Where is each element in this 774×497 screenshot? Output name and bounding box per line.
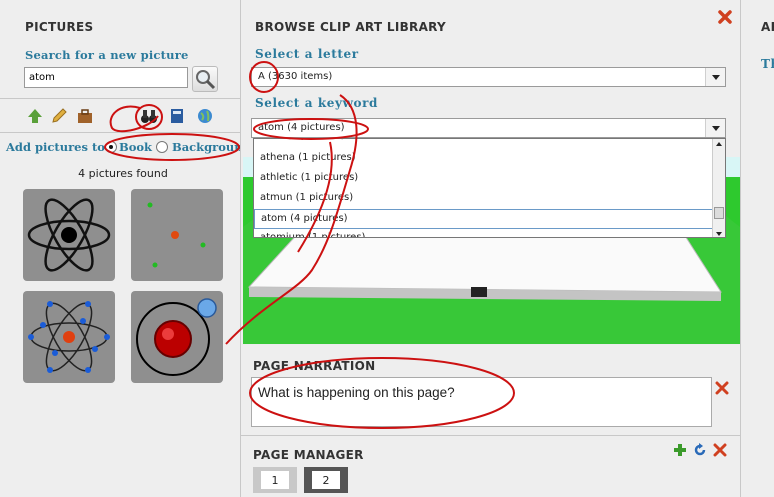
dropdown-item[interactable]: atlas (1 pictures) <box>254 139 713 147</box>
add-to-label: Add pictures to: <box>6 140 110 154</box>
right-panel: AR Th <box>741 0 774 497</box>
found-count: 4 pictures found <box>78 167 168 180</box>
keyword-select-value: atom (4 pictures) <box>258 122 345 133</box>
select-keyword-label: Select a keyword <box>255 96 379 110</box>
close-icon[interactable] <box>713 442 727 457</box>
radio-book-dot[interactable] <box>105 141 117 153</box>
select-letter-label: Select a letter <box>255 47 359 61</box>
library-title: BROWSE CLIP ART LIBRARY <box>255 20 447 34</box>
briefcase-icon[interactable] <box>76 107 94 125</box>
chevron-down-icon[interactable] <box>705 119 725 137</box>
letter-select-value: A (3630 items) <box>258 71 333 82</box>
narration-title: PAGE NARRATION <box>253 359 376 373</box>
radio-background-dot[interactable] <box>156 141 168 153</box>
search-label: Search for a new picture <box>25 48 189 62</box>
keyword-dropdown-list[interactable]: atlas (1 pictures) athena (1 pictures) a… <box>253 138 726 238</box>
keyword-select[interactable]: atom (4 pictures) <box>251 118 726 138</box>
arrow-up-icon[interactable] <box>26 107 44 125</box>
page-number: 1 <box>261 471 289 489</box>
dropdown-item-selected[interactable]: atom (4 pictures) <box>254 209 713 229</box>
atom-thumbnail-2[interactable] <box>131 189 223 281</box>
dropdown-item[interactable]: atmun (1 pictures) <box>254 189 713 209</box>
search-input[interactable] <box>24 67 188 88</box>
page-manager-panel: PAGE MANAGER 1 2 <box>241 436 740 497</box>
globe-icon[interactable] <box>196 107 214 125</box>
atom-thumbnail-3[interactable] <box>23 291 115 383</box>
letter-select[interactable]: A (3630 items) <box>251 67 726 87</box>
scroll-thumb[interactable] <box>714 207 724 219</box>
dropdown-item[interactable]: athletic (1 pictures) <box>254 169 713 189</box>
right-panel-title: AR <box>761 20 774 34</box>
radio-book-label: Book <box>119 140 153 154</box>
page-button-1[interactable]: 1 <box>253 467 297 493</box>
atom-thumbnail-1[interactable] <box>23 189 115 281</box>
page-manager-title: PAGE MANAGER <box>253 448 364 462</box>
binoculars-icon[interactable] <box>140 107 158 125</box>
pictures-title: PICTURES <box>25 20 94 34</box>
close-icon[interactable] <box>717 9 733 25</box>
radio-background-label: Background <box>172 140 251 154</box>
dropdown-item[interactable]: athena (1 pictures) <box>254 149 713 169</box>
dropdown-scrollbar[interactable] <box>712 139 725 237</box>
book-icon[interactable] <box>168 107 186 125</box>
atom-thumbnail-4[interactable] <box>131 291 223 383</box>
chevron-down-icon[interactable] <box>705 68 725 86</box>
pictures-panel: PICTURES Search for a new picture Add pi… <box>0 0 251 497</box>
narration-panel: PAGE NARRATION What is happening on this… <box>241 345 740 435</box>
dropdown-item[interactable]: atomium (1 pictures) <box>254 229 713 237</box>
page-number: 2 <box>312 471 340 489</box>
narration-textarea[interactable]: What is happening on this page? <box>251 377 712 427</box>
search-button[interactable] <box>192 66 218 92</box>
right-panel-text: Th <box>761 57 774 71</box>
library-panel: BROWSE CLIP ART LIBRARY Select a letter … <box>241 0 740 344</box>
toolbar <box>26 106 226 128</box>
close-icon[interactable] <box>715 380 729 395</box>
refresh-icon[interactable] <box>693 442 707 456</box>
add-page-icon[interactable] <box>673 442 687 456</box>
pencil-icon[interactable] <box>50 107 68 125</box>
magnifier-icon <box>196 70 216 90</box>
narration-text: What is happening on this page? <box>258 385 455 400</box>
page-button-2[interactable]: 2 <box>304 467 348 493</box>
